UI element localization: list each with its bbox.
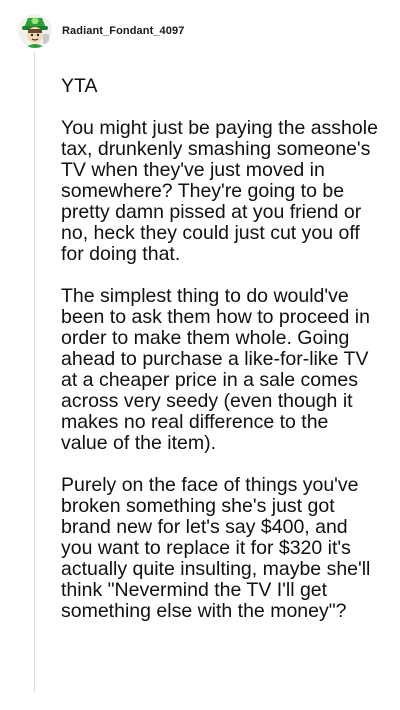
thread-line[interactable] [34, 52, 35, 692]
comment-paragraph: Purely on the face of things you've brok… [61, 474, 371, 622]
comment-author[interactable]: Radiant_Fondant_4097 [62, 25, 184, 37]
comment-header: Radiant_Fondant_4097 [18, 14, 184, 48]
comment-paragraph: You might just be paying the asshole tax… [61, 117, 378, 265]
comment-paragraph: The simplest thing to do would've been t… [61, 285, 370, 454]
comment-paragraph: YTA [61, 75, 98, 97]
user-avatar-icon[interactable] [18, 14, 52, 48]
comment-body: YTA You might just be paying the asshole… [61, 76, 379, 643]
